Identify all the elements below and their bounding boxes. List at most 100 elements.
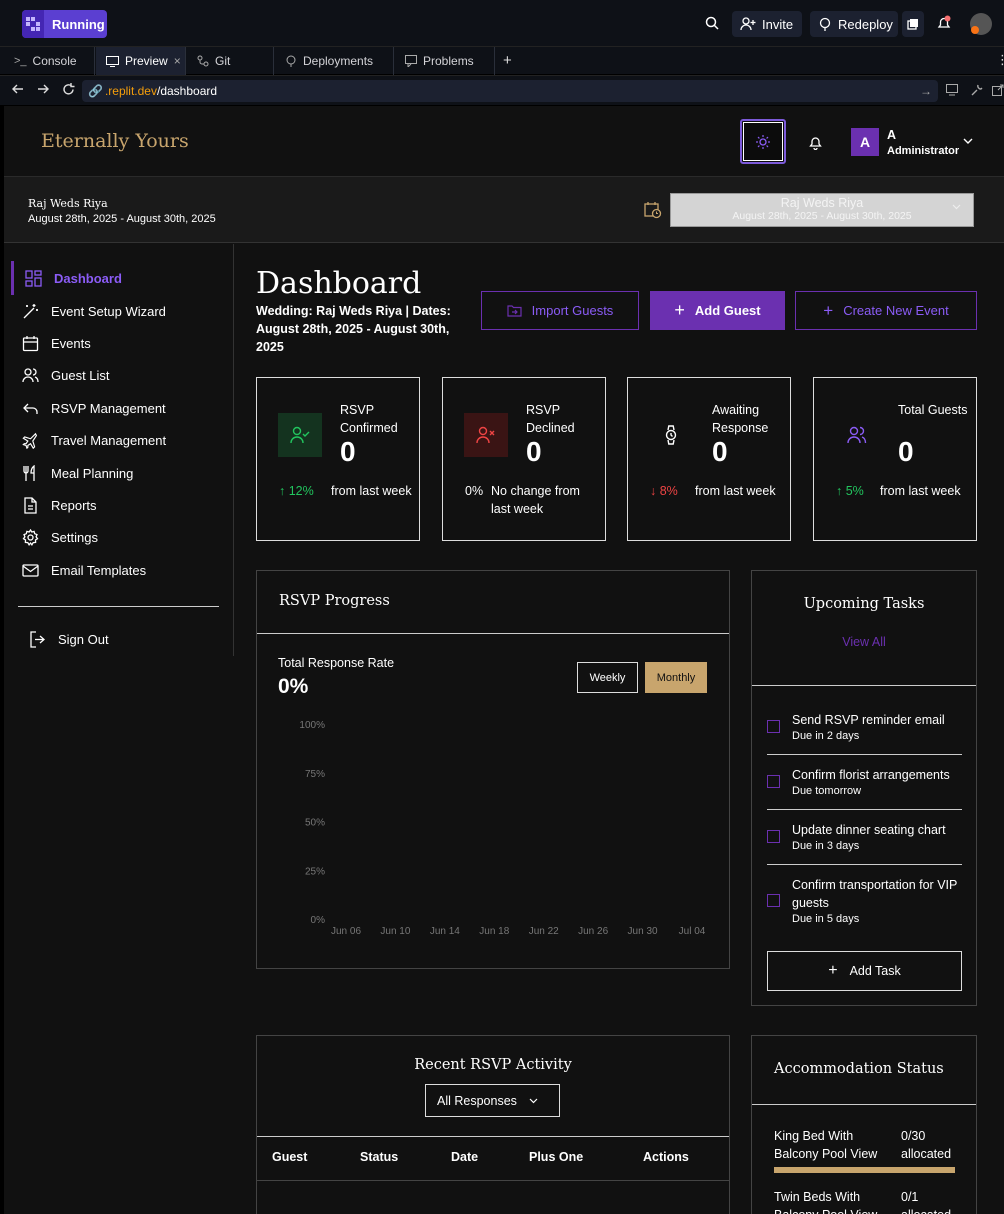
users-icon — [22, 367, 39, 384]
sidebar-item-reports[interactable]: Reports — [22, 493, 97, 517]
sidebar-item-label: Event Setup Wizard — [51, 303, 166, 319]
tab-preview[interactable]: Preview × — [96, 47, 186, 75]
sidebar-item-travel-management[interactable]: Travel Management — [22, 428, 166, 452]
stat-change-caption: from last week — [880, 484, 961, 498]
wrench-icon[interactable] — [970, 84, 983, 97]
sidebar-item-event-setup-wizard[interactable]: Event Setup Wizard — [22, 299, 166, 323]
back-arrow-icon[interactable] — [12, 83, 24, 95]
response-rate-value: 0% — [278, 675, 309, 698]
url-input[interactable]: 🔗 .replit.dev /dashboard → — [82, 80, 938, 102]
sidebar-item-email-templates[interactable]: Email Templates — [22, 558, 146, 582]
stat-card-total-guests[interactable]: Total Guests 0 ↑ 5% from last week — [813, 377, 977, 541]
activity-title: Recent RSVP Activity — [414, 1057, 572, 1073]
workspace-tabbar: >_ Console Preview × Git Deployments Pro… — [0, 46, 1004, 75]
go-arrow-icon[interactable]: → — [920, 84, 932, 98]
sidebar-item-guest-list[interactable]: Guest List — [22, 363, 110, 387]
room-name: King Bed With Balcony Pool View — [774, 1129, 878, 1161]
sidebar-item-meal-planning[interactable]: Meal Planning — [22, 461, 133, 485]
invite-button[interactable]: Invite — [732, 11, 802, 37]
notification-bell-icon[interactable] — [936, 15, 952, 31]
tab-problems[interactable]: Problems — [395, 47, 495, 75]
column-header-status[interactable]: Status — [360, 1150, 398, 1164]
user-avatar[interactable] — [970, 13, 992, 35]
sign-out-button[interactable]: Sign Out — [29, 627, 109, 651]
panel-divider — [257, 633, 729, 634]
stat-change-caption: from last week — [695, 484, 776, 498]
task-checkbox[interactable] — [767, 830, 780, 843]
chevron-down-icon[interactable] — [963, 138, 973, 145]
external-link-icon[interactable] — [992, 84, 1004, 96]
sign-out-label: Sign Out — [58, 631, 109, 647]
column-header-plus-one[interactable]: Plus One — [529, 1150, 583, 1164]
calendar-clock-icon — [644, 201, 662, 219]
create-event-button[interactable]: + Create New Event — [795, 291, 977, 330]
user-name[interactable]: A — [887, 128, 896, 142]
response-filter-select[interactable]: All Responses — [425, 1084, 560, 1117]
event-select[interactable]: Raj Weds Riya August 28th, 2025 - August… — [670, 193, 974, 227]
add-guest-label: Add Guest — [694, 303, 761, 318]
monitor-icon — [106, 55, 119, 67]
stat-label: RSVP Declined — [526, 403, 575, 435]
add-task-button[interactable]: + Add Task — [767, 951, 962, 991]
arrow-up-icon: ↑ — [836, 484, 846, 498]
new-tab-button[interactable]: + — [503, 52, 512, 69]
column-header-actions[interactable]: Actions — [643, 1150, 689, 1164]
column-header-guest[interactable]: Guest — [272, 1150, 307, 1164]
arrow-up-icon: ↑ — [279, 484, 289, 498]
response-rate-label: Total Response Rate — [278, 656, 395, 670]
panel-divider — [752, 1104, 976, 1105]
task-checkbox[interactable] — [767, 775, 780, 788]
column-header-date[interactable]: Date — [451, 1150, 478, 1164]
sidebar-item-settings[interactable]: Settings — [22, 525, 98, 549]
search-icon[interactable] — [705, 16, 719, 30]
sidebar-item-dashboard[interactable]: Dashboard — [25, 266, 122, 290]
task-item[interactable]: Confirm transportation for VIP guests Du… — [767, 874, 962, 930]
x-tick-label: Jun 10 — [380, 926, 410, 937]
theme-toggle-button[interactable] — [740, 119, 786, 164]
utensils-icon — [22, 464, 39, 482]
stat-label: Awaiting Response — [712, 403, 769, 435]
git-icon — [197, 55, 209, 67]
stat-card-awaiting-response[interactable]: Awaiting Response 0 ↓ 8% from last week — [627, 377, 791, 541]
bell-icon[interactable] — [808, 135, 823, 150]
windows-icon[interactable] — [902, 11, 924, 37]
task-due: Due in 3 days — [792, 840, 860, 852]
tab-git[interactable]: Git — [187, 47, 274, 75]
redeploy-button[interactable]: Redeploy — [810, 11, 898, 37]
task-checkbox[interactable] — [767, 720, 780, 733]
user-avatar-badge[interactable]: A — [851, 128, 879, 156]
weekly-toggle[interactable]: Weekly — [577, 662, 638, 693]
reload-icon[interactable] — [62, 83, 75, 96]
sidebar-item-events[interactable]: Events — [22, 331, 91, 355]
url-path: /dashboard — [156, 84, 218, 98]
brand-logo[interactable]: Eternally Yours — [41, 130, 189, 152]
monthly-toggle[interactable]: Monthly — [645, 662, 707, 693]
watch-icon — [649, 413, 693, 457]
stat-change: 0% — [465, 484, 484, 498]
x-tick-label: Jun 26 — [578, 926, 608, 937]
tab-deployments[interactable]: Deployments — [275, 47, 394, 75]
room-allocation: 0/30 allocated — [901, 1129, 952, 1161]
sidebar-item-label: Reports — [51, 497, 97, 513]
rsvp-progress-title: RSVP Progress — [279, 593, 390, 609]
task-item[interactable]: Update dinner seating chart Due in 3 day… — [767, 819, 962, 865]
deploy-icon — [818, 17, 832, 31]
panel-divider — [752, 685, 976, 686]
run-status-button[interactable]: Running — [22, 10, 107, 38]
stat-card-rsvp-declined[interactable]: RSVP Declined 0 0% No change from last w… — [442, 377, 606, 541]
add-guest-button[interactable]: + Add Guest — [650, 291, 785, 330]
close-icon[interactable]: × — [174, 54, 181, 68]
import-guests-button[interactable]: Import Guests — [481, 291, 639, 330]
tab-console[interactable]: >_ Console — [4, 47, 95, 75]
devices-icon[interactable] — [946, 84, 960, 96]
task-item[interactable]: Send RSVP reminder email Due in 2 days — [767, 709, 962, 755]
tab-problems-label: Problems — [423, 54, 474, 68]
task-item[interactable]: Confirm florist arrangements Due tomorro… — [767, 764, 962, 810]
task-checkbox[interactable] — [767, 894, 780, 907]
plus-icon: + — [828, 962, 838, 979]
forward-arrow-icon[interactable] — [37, 83, 49, 95]
view-all-link[interactable]: View All — [751, 635, 977, 649]
sidebar-item-rsvp-management[interactable]: RSVP Management — [22, 396, 166, 420]
stat-card-rsvp-confirmed[interactable]: RSVP Confirmed 0 ↑ 12% from last week — [256, 377, 420, 541]
more-icon[interactable]: ⋮ — [996, 52, 1004, 68]
